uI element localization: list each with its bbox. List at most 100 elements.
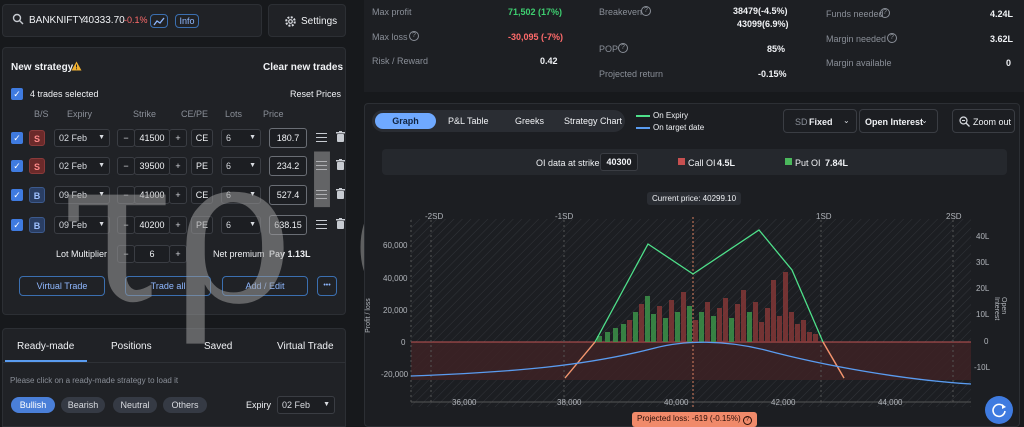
risk-reward-label: Risk / Reward <box>372 56 429 66</box>
leg-lots[interactable]: 6 ▼ <box>221 129 261 147</box>
multiplier-increment[interactable]: + <box>169 245 187 263</box>
delete-icon[interactable] <box>336 218 345 231</box>
max-loss-value: -30,095 (-7%) <box>508 32 564 42</box>
strategy-panel: New strategy Clear new trades ✓ 4 trades… <box>2 47 346 315</box>
leg-price[interactable]: 234.2 <box>269 156 307 176</box>
lot-multiplier-label: Lot Multiplier <box>56 249 108 259</box>
leg-type[interactable]: PE <box>191 157 213 175</box>
leg-strike[interactable]: 41000 <box>134 186 170 204</box>
leg-checkbox[interactable]: ✓ <box>11 189 23 201</box>
reset-prices-button[interactable]: Reset Prices <box>290 89 341 99</box>
drag-handle-icon[interactable] <box>316 133 327 142</box>
info-icon[interactable]: ? <box>742 416 752 425</box>
info-icon[interactable]: ? <box>880 8 890 18</box>
strike-increment[interactable]: + <box>169 216 187 234</box>
more-options-button[interactable]: ••• <box>317 276 337 296</box>
leg-expiry[interactable]: 02 Feb ▼ <box>54 157 110 175</box>
info-icon[interactable]: ? <box>641 6 651 16</box>
virtual-trade-button[interactable]: Virtual Trade <box>19 276 105 296</box>
leg-side[interactable]: S <box>29 158 45 174</box>
col-strike: Strike <box>133 109 157 119</box>
filter-bullish[interactable]: Bullish <box>11 397 55 413</box>
info-button[interactable]: Info <box>175 14 199 28</box>
leg-lots[interactable]: 6 ▼ <box>221 186 261 204</box>
expiry-filter-select[interactable]: 02 Feb ▼ <box>277 396 335 414</box>
leg-price[interactable]: 527.4 <box>269 185 307 205</box>
y-tick-0: 0 <box>401 338 406 347</box>
filter-bearish[interactable]: Bearish <box>61 397 105 413</box>
info-icon[interactable]: ? <box>887 33 897 43</box>
call-oi-bar <box>723 298 728 342</box>
leg-checkbox[interactable]: ✓ <box>11 219 23 231</box>
info-icon[interactable]: ? <box>409 31 419 41</box>
leg-checkbox[interactable]: ✓ <box>11 132 23 144</box>
filter-neutral[interactable]: Neutral <box>113 397 157 413</box>
put-oi-bar <box>747 312 752 342</box>
drag-handle-icon[interactable] <box>316 190 327 199</box>
info-icon[interactable]: ? <box>618 43 628 53</box>
tab-saved[interactable]: Saved <box>204 341 232 352</box>
refresh-button[interactable] <box>985 396 1013 424</box>
delete-icon[interactable] <box>336 188 345 201</box>
clear-trades-button[interactable]: Clear new trades <box>263 62 343 73</box>
leg-strike[interactable]: 40200 <box>134 216 170 234</box>
strike-decrement[interactable]: − <box>117 216 135 234</box>
leg-expiry[interactable]: 09 Feb ▼ <box>54 186 110 204</box>
strike-decrement[interactable]: − <box>117 157 135 175</box>
chevron-down-icon: ▼ <box>98 191 105 198</box>
leg-type[interactable]: PE <box>191 216 213 234</box>
call-oi-bar <box>771 280 776 342</box>
leg-side[interactable]: B <box>29 187 45 203</box>
selected-count: 4 trades selected <box>30 89 99 99</box>
payoff-chart[interactable] <box>365 104 1021 427</box>
delete-icon[interactable] <box>336 131 345 144</box>
leg-checkbox[interactable]: ✓ <box>11 160 23 172</box>
chart-icon[interactable] <box>150 14 168 28</box>
leg-lots[interactable]: 6 ▼ <box>221 157 261 175</box>
strike-increment[interactable]: + <box>169 186 187 204</box>
leg-strike[interactable]: 41500 <box>134 129 170 147</box>
leg-price[interactable]: 180.7 <box>269 128 307 148</box>
put-oi-bar <box>711 316 716 342</box>
leg-expiry[interactable]: 02 Feb ▼ <box>54 129 110 147</box>
sd-mark-minus1: -1SD <box>555 212 574 221</box>
settings-button[interactable]: Settings <box>268 4 346 37</box>
strike-decrement[interactable]: − <box>117 186 135 204</box>
put-oi-bar <box>663 318 668 342</box>
leg-lots[interactable]: 6 ▼ <box>221 216 261 234</box>
put-oi-bar <box>613 328 618 342</box>
tab-ready-made[interactable]: Ready-made <box>17 341 74 352</box>
leg-price[interactable]: 638.15 <box>269 215 307 235</box>
put-oi-bar <box>605 332 610 342</box>
leg-type[interactable]: CE <box>191 129 213 147</box>
strike-increment[interactable]: + <box>169 157 187 175</box>
drag-handle-icon[interactable] <box>316 161 327 170</box>
leg-side[interactable]: B <box>29 217 45 233</box>
leg-side[interactable]: S <box>29 130 45 146</box>
select-all-checkbox[interactable]: ✓ <box>11 88 23 100</box>
leg-type[interactable]: CE <box>191 186 213 204</box>
leg-expiry[interactable]: 09 Feb ▼ <box>54 216 110 234</box>
call-oi-bar <box>789 312 794 342</box>
delete-icon[interactable] <box>336 159 345 172</box>
multiplier-decrement[interactable]: − <box>117 245 135 263</box>
symbol-price: 40333.70 <box>83 15 125 26</box>
readymade-hint: Please click on a ready-made strategy to… <box>10 376 179 385</box>
max-profit-value: 71,502 (17%) <box>508 7 563 17</box>
drag-handle-icon[interactable] <box>316 220 327 229</box>
tab-virtual-trade[interactable]: Virtual Trade <box>277 341 334 352</box>
put-oi-bar <box>621 324 626 342</box>
chevron-down-icon: ▼ <box>249 134 256 141</box>
strike-increment[interactable]: + <box>169 129 187 147</box>
leg-strike[interactable]: 39500 <box>134 157 170 175</box>
y-tick-minus20000: -20,000 <box>381 370 409 379</box>
readymade-panel: Ready-made Positions Saved Virtual Trade… <box>2 328 346 427</box>
tab-positions[interactable]: Positions <box>111 341 152 352</box>
multiplier-value[interactable]: 6 <box>134 245 170 263</box>
strike-decrement[interactable]: − <box>117 129 135 147</box>
filter-others[interactable]: Others <box>163 397 207 413</box>
add-edit-button[interactable]: Add / Edit <box>222 276 308 296</box>
trade-all-button[interactable]: Trade all <box>125 276 211 296</box>
call-oi-bar <box>657 306 662 342</box>
symbol-bar[interactable]: BANKNIFTY 40333.70 -0.1% Info <box>2 4 262 37</box>
